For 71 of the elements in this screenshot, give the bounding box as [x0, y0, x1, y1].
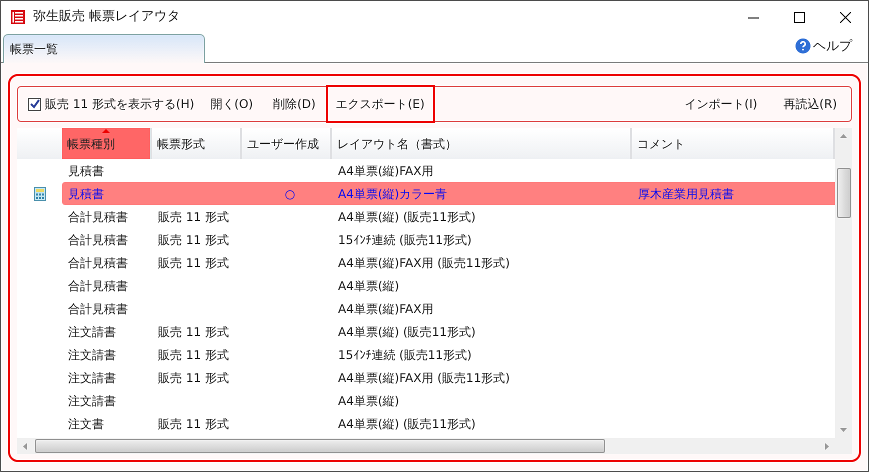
- column-header[interactable]: 帳票形式: [152, 128, 242, 159]
- table-cell: 合計見積書: [68, 302, 128, 316]
- table-cell: A4単票(縦)FAX用 (販売11形式): [338, 370, 510, 384]
- table-cell: A4単票(縦) (販売11形式): [338, 210, 476, 224]
- toolbar-button[interactable]: 削除(D): [265, 87, 324, 121]
- scroll-down-icon[interactable]: [840, 428, 847, 432]
- table-cell: 厚木産業用見積書: [638, 186, 734, 200]
- table-cell: 販売 11 形式: [158, 210, 229, 224]
- scroll-thumb[interactable]: [836, 168, 850, 218]
- table-cell: 注文請書: [68, 324, 116, 338]
- table-cell: 注文請書: [68, 370, 116, 384]
- column-header[interactable]: レイアウト名（書式）: [332, 128, 632, 159]
- table-cell: A4単票(縦)FAX用: [338, 302, 434, 316]
- table-cell: A4単票(縦): [338, 278, 400, 292]
- horizontal-scrollbar[interactable]: [17, 438, 852, 454]
- app-icon: [11, 10, 25, 24]
- table-row[interactable]: 注文請書 販売 11 形式 A4単票(縦)FAX用 (販売11形式): [62, 366, 835, 389]
- table-cell: 販売 11 形式: [158, 232, 229, 246]
- calculator-icon: [34, 186, 46, 200]
- table-row[interactable]: 合計見積書 販売 11 形式 A4単票(縦) (販売11形式): [62, 205, 835, 228]
- scroll-up-icon[interactable]: [840, 134, 847, 138]
- table-cell: 販売 11 形式: [158, 324, 229, 338]
- table-cell: 見積書: [68, 186, 104, 200]
- help-button[interactable]: ヘルプ: [795, 36, 852, 56]
- scroll-left-icon[interactable]: [23, 442, 27, 450]
- scroll-right-icon[interactable]: [825, 442, 829, 450]
- table-row[interactable]: 見積書 A4単票(縦)FAX用: [62, 159, 835, 182]
- table-cell: A4単票(縦): [338, 394, 400, 408]
- table-cell: A4単票(縦)FAX用 (販売11形式): [338, 256, 510, 270]
- table-cell: 合計見積書: [68, 256, 128, 270]
- table-row[interactable]: 合計見積書 販売 11 形式 15ｲﾝﾁ連続 (販売11形式): [62, 228, 835, 251]
- table-row[interactable]: 注文請書 販売 11 形式 A4単票(縦) (販売11形式): [62, 320, 835, 343]
- table-row[interactable]: 合計見積書 A4単票(縦): [62, 274, 835, 297]
- table-row[interactable]: 合計見積書 販売 11 形式 A4単票(縦)FAX用 (販売11形式): [62, 251, 835, 274]
- table-cell: 販売 11 形式: [158, 416, 229, 430]
- table-row[interactable]: 注文請書 A4単票(縦): [62, 389, 835, 412]
- table-cell: 注文請書: [68, 394, 116, 408]
- table-cell: 販売 11 形式: [158, 348, 229, 362]
- toolbar-button[interactable]: 開く(O): [202, 87, 262, 121]
- window-title: 弥生販売 帳票レイアウタ: [33, 8, 180, 26]
- table-cell: 合計見積書: [68, 278, 128, 292]
- toolbar-button[interactable]: エクスポート(E): [328, 87, 433, 121]
- table-cell: 15ｲﾝﾁ連続 (販売11形式): [338, 348, 472, 362]
- table-row[interactable]: 見積書 ○ A4単票(縦)カラー青 厚木産業用見積書: [62, 182, 835, 205]
- table-cell: 15ｲﾝﾁ連続 (販売11形式): [338, 232, 472, 246]
- table-cell: A4単票(縦)FAX用: [338, 164, 434, 178]
- table-row[interactable]: 合計見積書 A4単票(縦)FAX用: [62, 297, 835, 320]
- table-cell: ○: [284, 186, 296, 200]
- table-cell: 販売 11 形式: [158, 256, 229, 270]
- tab[interactable]: 帳票一覧: [3, 34, 205, 63]
- scroll-thumb[interactable]: [35, 439, 605, 453]
- table-cell: 注文書: [68, 416, 104, 430]
- help-icon: [795, 38, 811, 54]
- toolbar-button[interactable]: インポート(I): [676, 87, 766, 121]
- check-icon: [30, 99, 40, 109]
- table-cell: 合計見積書: [68, 232, 128, 246]
- table-cell: A4単票(縦) (販売11形式): [338, 324, 476, 338]
- table-row[interactable]: 注文請書 販売 11 形式 15ｲﾝﾁ連続 (販売11形式): [62, 343, 835, 366]
- table-cell: A4単票(縦) (販売11形式): [338, 416, 476, 430]
- vertical-scrollbar[interactable]: [835, 128, 852, 438]
- show-format-checkbox[interactable]: 販売 11 形式を表示する(H): [24, 91, 198, 117]
- column-header[interactable]: ユーザー作成: [242, 128, 332, 159]
- table-cell: 見積書: [68, 164, 104, 178]
- table-row[interactable]: 注文書 販売 11 形式 A4単票(縦) (販売11形式): [62, 412, 835, 435]
- table-cell: A4単票(縦)カラー青: [338, 186, 448, 200]
- column-header[interactable]: 帳票種別: [62, 128, 152, 159]
- table-cell: 合計見積書: [68, 210, 128, 224]
- table-cell: 販売 11 形式: [158, 370, 229, 384]
- sort-arrow-icon: [102, 129, 110, 133]
- table-cell: 注文請書: [68, 348, 116, 362]
- toolbar-button[interactable]: 再読込(R): [775, 87, 845, 121]
